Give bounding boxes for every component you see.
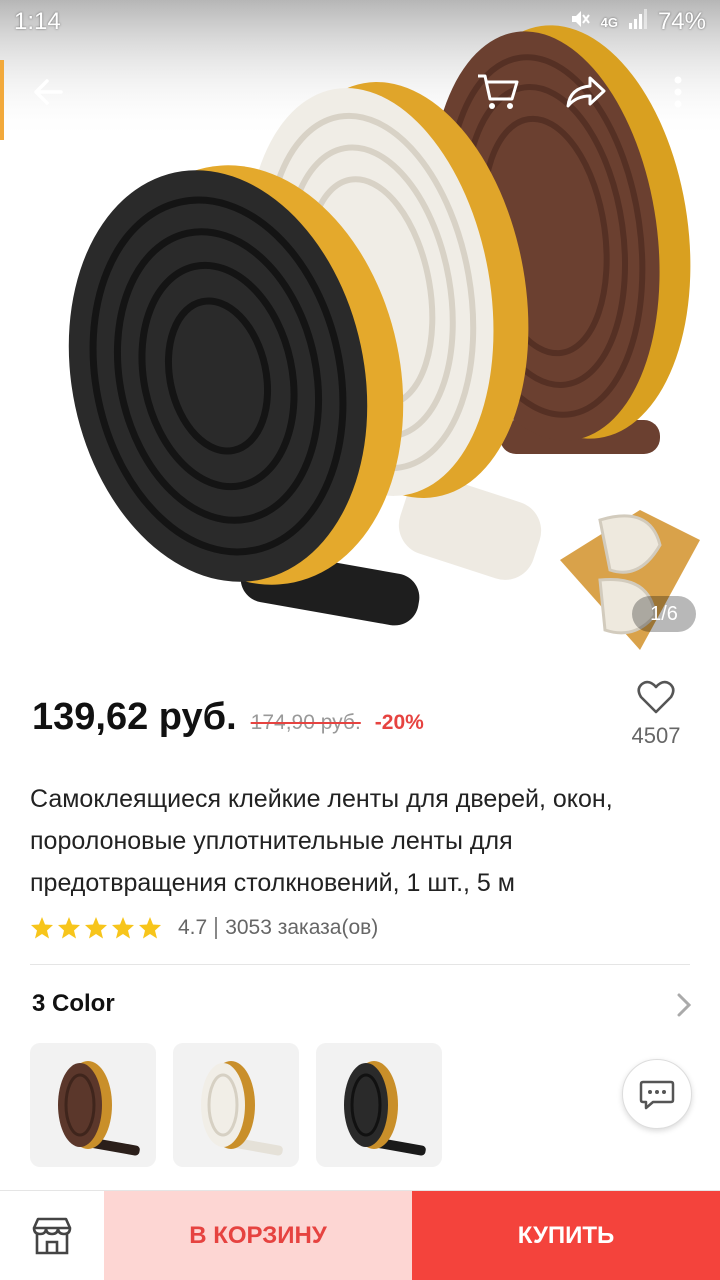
heart-icon: [637, 680, 675, 714]
star-icon: [31, 917, 53, 939]
network-label: 4G: [600, 14, 618, 30]
chevron-right-icon: [677, 993, 692, 1017]
product-gallery[interactable]: 1:14 4G 74% 1/6: [0, 0, 720, 660]
signal-icon: [628, 8, 648, 37]
back-arrow-icon: [34, 79, 63, 105]
white-roll-thumb: [201, 1061, 283, 1156]
black-roll-thumb: [344, 1061, 426, 1156]
add-to-cart-button[interactable]: В КОРЗИНУ: [104, 1191, 412, 1280]
variant-swatches: [30, 1043, 442, 1167]
rating-row[interactable]: 4.7 3053 заказа(ов): [30, 912, 378, 944]
star-icon: [85, 917, 107, 939]
variant-swatch-brown[interactable]: [30, 1043, 156, 1167]
star-icon: [139, 917, 161, 939]
share-button[interactable]: [554, 56, 618, 128]
variant-swatch-black[interactable]: [316, 1043, 442, 1167]
store-icon: [32, 1217, 72, 1255]
gallery-counter: 1/6: [632, 596, 696, 632]
cart-icon: [478, 74, 519, 109]
chat-bubble-icon: [639, 1080, 675, 1110]
rating-value: 4.7: [178, 916, 208, 939]
orders-count: 3053 заказа(ов): [225, 916, 379, 939]
store-button[interactable]: [0, 1191, 104, 1280]
back-button[interactable]: [16, 56, 80, 128]
star-icon: [112, 917, 134, 939]
current-price: 139,62 руб.: [32, 696, 237, 738]
old-price: 174,90 руб.: [250, 711, 361, 734]
more-button[interactable]: [646, 56, 710, 128]
product-title: Самоклеящиеся клейкие ленты для дверей, …: [30, 785, 613, 897]
status-bar: 1:14 4G 74%: [0, 0, 720, 44]
more-vert-icon: [674, 76, 682, 108]
star-icon: [58, 917, 80, 939]
buy-now-button[interactable]: КУПИТЬ: [412, 1191, 720, 1280]
discount-badge: -20%: [374, 711, 424, 734]
wishlist-button[interactable]: 4507: [626, 680, 686, 749]
variant-swatch-white[interactable]: [173, 1043, 299, 1167]
chat-button[interactable]: [622, 1059, 692, 1129]
variant-expand-button[interactable]: [676, 992, 692, 1023]
price-row: 139,62 руб. 174,90 руб. -20%: [32, 696, 424, 746]
mute-icon: [569, 8, 591, 37]
battery-label: 74%: [657, 8, 706, 35]
cart-button[interactable]: [466, 56, 530, 128]
share-icon: [566, 76, 606, 108]
variant-title: 3 Color: [32, 990, 115, 1017]
top-bar: [0, 56, 720, 128]
status-time: 1:14: [14, 8, 61, 35]
section-divider: [30, 964, 690, 965]
rating-divider: [215, 917, 218, 939]
edge-indicator: [0, 60, 4, 140]
brown-roll-thumb: [58, 1061, 140, 1156]
wishlist-count: 4507: [631, 723, 681, 748]
star-rating: [30, 916, 162, 940]
bottom-action-bar: В КОРЗИНУ КУПИТЬ: [0, 1190, 720, 1280]
